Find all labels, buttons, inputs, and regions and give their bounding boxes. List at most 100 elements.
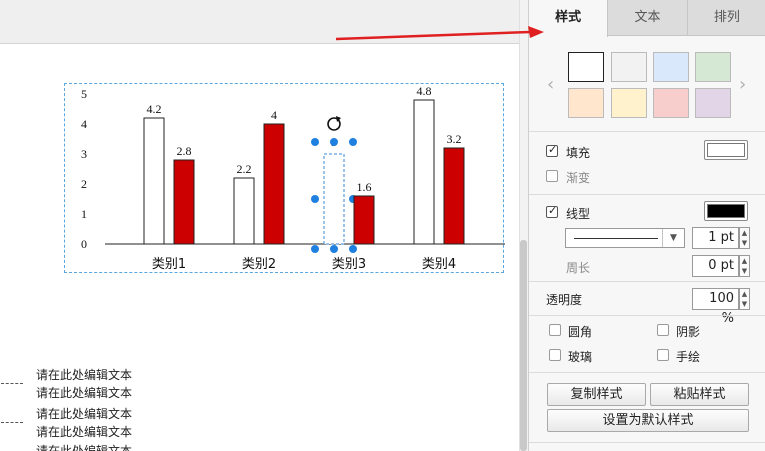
fill-color-button[interactable]	[704, 140, 748, 160]
style-swatch[interactable]	[611, 52, 647, 82]
line-width-stepper[interactable]: ▲ ▼	[739, 227, 750, 249]
drawing-canvas[interactable]: 0123454.22.8类别12.24类别231.6类别34.83.2类别4 请…	[0, 0, 519, 451]
style-swatches: ‹ ›	[529, 36, 765, 131]
scrollbar-thumb[interactable]	[520, 240, 527, 451]
fill-checkbox[interactable]	[546, 143, 558, 157]
tab-arrange[interactable]: 排列	[688, 0, 765, 36]
glass-label: 玻璃	[568, 350, 593, 364]
format-panel: 样式 文本 排列 ‹ › 填充 渐变 线型 ▼ 1 pt ▲▼ 周长 0 pt …	[528, 0, 765, 451]
tab-text[interactable]: 文本	[608, 0, 688, 36]
y-tick-label: 4	[81, 117, 87, 131]
text-block[interactable]: 请在此处编辑文本 请在此处编辑文本	[0, 405, 160, 445]
style-swatch[interactable]	[695, 88, 731, 118]
text-block[interactable]: 请在此处编辑文本	[0, 442, 160, 451]
panel-tabs: 样式 文本 排列	[529, 0, 765, 37]
y-tick-label: 2	[81, 177, 87, 191]
style-swatch[interactable]	[568, 88, 604, 118]
bar	[413, 99, 435, 245]
category-label: 类别3	[332, 257, 366, 272]
bar	[353, 195, 375, 245]
text-line: 请在此处编辑文本	[36, 407, 133, 421]
y-tick-label: 1	[81, 207, 87, 221]
text-line: 请在此处编辑文本	[36, 425, 133, 439]
shadow-label: 阴影	[676, 325, 701, 339]
gradient-label: 渐变	[566, 171, 591, 185]
set-default-style-button[interactable]: 设置为默认样式	[547, 409, 749, 432]
perimeter-stepper[interactable]: ▲ ▼	[739, 255, 750, 277]
copy-style-button[interactable]: 复制样式	[547, 383, 646, 406]
bar	[233, 177, 255, 245]
tab-style[interactable]: 样式	[529, 0, 609, 37]
glass-checkbox[interactable]	[549, 349, 561, 361]
line-color-button[interactable]	[704, 201, 748, 221]
bar-chart: 0123454.22.8类别12.24类别231.6类别34.83.2类别4	[81, 84, 505, 272]
divider	[529, 194, 765, 195]
line-pattern-preview	[574, 238, 658, 239]
fill-label: 填充	[566, 146, 591, 160]
line-label: 线型	[566, 207, 591, 221]
data-label: 2.2	[237, 162, 252, 176]
y-tick-label: 3	[81, 147, 87, 161]
line-width-input[interactable]: 1 pt	[692, 227, 739, 249]
perimeter-label: 周长	[566, 261, 591, 275]
fill-color-swatch	[707, 143, 745, 157]
rounded-label: 圆角	[568, 325, 593, 339]
canvas-toolbar	[0, 0, 519, 44]
divider	[529, 131, 765, 132]
divider	[529, 315, 765, 316]
selection-handle	[349, 245, 357, 253]
style-swatch[interactable]	[695, 52, 731, 82]
bar	[323, 153, 345, 245]
category-label: 类别2	[242, 257, 276, 272]
chevron-left-icon[interactable]: ‹	[547, 74, 554, 95]
data-label: 4	[271, 108, 277, 122]
selection-handle	[311, 138, 319, 146]
bar	[443, 147, 465, 245]
style-swatch[interactable]	[611, 88, 647, 118]
sketch-checkbox[interactable]	[657, 349, 669, 361]
sketch-label: 手绘	[676, 350, 701, 364]
style-swatch[interactable]	[653, 52, 689, 82]
bar	[143, 117, 165, 245]
rounded-checkbox[interactable]	[549, 324, 561, 336]
y-tick-label: 0	[81, 237, 87, 251]
paste-style-button[interactable]: 粘贴样式	[650, 383, 749, 406]
connector-line	[1, 383, 23, 384]
bar	[173, 159, 195, 245]
data-label: 4.8	[417, 84, 432, 98]
data-label: 2.8	[177, 144, 192, 158]
style-swatch[interactable]	[653, 88, 689, 118]
line-pattern-select[interactable]: ▼	[565, 228, 685, 248]
selection-handle	[330, 245, 338, 253]
connector-line	[1, 422, 23, 423]
text-line: 请在此处编辑文本	[36, 386, 133, 400]
chevron-down-icon[interactable]: ▼	[662, 229, 684, 247]
divider	[529, 442, 765, 443]
style-swatch[interactable]	[568, 52, 604, 82]
text-block[interactable]: 请在此处编辑文本 请在此处编辑文本	[0, 366, 160, 406]
opacity-label: 透明度	[546, 293, 583, 307]
line-color-swatch	[707, 204, 745, 218]
text-line: 请在此处编辑文本	[36, 444, 133, 451]
selection-handle	[311, 195, 319, 203]
data-label: 4.2	[147, 102, 162, 116]
selection-handle	[311, 245, 319, 253]
selection-handle	[349, 138, 357, 146]
category-label: 类别1	[152, 257, 186, 272]
shadow-checkbox[interactable]	[657, 324, 669, 336]
selection-handle	[330, 138, 338, 146]
data-label: 1.6	[357, 180, 372, 194]
gradient-checkbox[interactable]	[546, 170, 558, 182]
y-tick-label: 5	[81, 87, 87, 101]
data-label: 3.2	[447, 132, 462, 146]
divider	[529, 281, 765, 282]
divider	[529, 372, 765, 373]
chevron-right-icon[interactable]: ›	[739, 74, 746, 95]
perimeter-input[interactable]: 0 pt	[692, 255, 739, 277]
chart-shape[interactable]: 0123454.22.8类别12.24类别231.6类别34.83.2类别4	[64, 83, 505, 273]
text-line: 请在此处编辑文本	[36, 368, 133, 382]
line-checkbox[interactable]	[546, 204, 558, 218]
opacity-input[interactable]: 100 %	[692, 288, 739, 326]
bar	[263, 123, 285, 245]
opacity-stepper[interactable]: ▲ ▼	[739, 288, 750, 310]
